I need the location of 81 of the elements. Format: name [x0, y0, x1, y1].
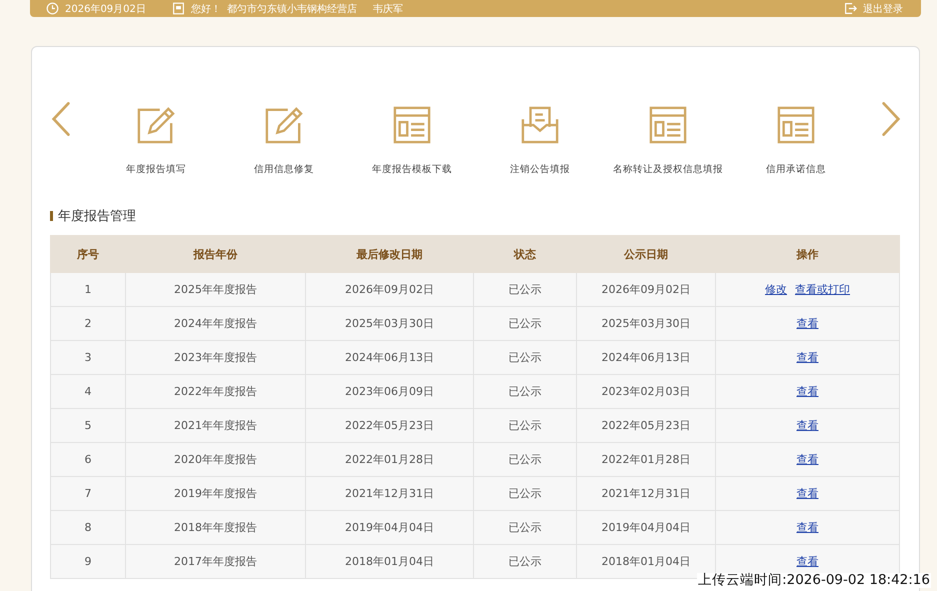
- title-marker: [50, 211, 53, 221]
- date-text: 2026年09月02日: [65, 2, 146, 16]
- table-cell: 2020年年度报告: [126, 442, 306, 476]
- table-cell: 2019年年度报告: [126, 476, 306, 510]
- greeting-text: 您好！: [190, 2, 221, 16]
- table-cell: 已公示: [474, 544, 576, 578]
- table-cell: 2023年06月09日: [306, 374, 474, 408]
- column-header: 最后修改日期: [306, 236, 474, 272]
- table-cell: 2022年05月23日: [306, 408, 474, 442]
- section-title: 年度报告管理: [58, 208, 136, 225]
- table-cell: 已公示: [474, 272, 576, 306]
- shortcut-label[interactable]: 信用承诺信息: [766, 163, 826, 176]
- table-cell: 2018年年度报告: [126, 510, 306, 544]
- user-card-icon: [172, 2, 185, 15]
- edit-icon[interactable]: [265, 106, 303, 144]
- action-link[interactable]: 查看: [796, 555, 818, 568]
- table-cell: 2026年09月02日: [306, 272, 474, 306]
- table-cell: 2026年09月02日: [576, 272, 716, 306]
- shortcut-label[interactable]: 注销公告填报: [510, 163, 570, 176]
- action-link[interactable]: 修改: [765, 283, 787, 296]
- table-cell: 2022年01月28日: [576, 442, 716, 476]
- column-header: 报告年份: [126, 236, 306, 272]
- clock-icon: [46, 2, 59, 15]
- table-cell: 2024年06月13日: [576, 340, 716, 374]
- table-cell: 已公示: [474, 340, 576, 374]
- column-header: 状态: [474, 236, 576, 272]
- table-cell: 9: [50, 544, 126, 578]
- table-cell: 2017年年度报告: [126, 544, 306, 578]
- table-cell: 2025年年度报告: [126, 272, 306, 306]
- table-cell: 4: [50, 374, 126, 408]
- table-cell: 已公示: [474, 408, 576, 442]
- action-link[interactable]: 查看: [796, 453, 818, 466]
- table-cell: 1: [50, 272, 126, 306]
- edit-icon[interactable]: [137, 106, 175, 144]
- inbox-icon[interactable]: [521, 106, 559, 144]
- table-cell: 7: [50, 476, 126, 510]
- table-cell: 2025年03月30日: [576, 306, 716, 340]
- action-link[interactable]: 查看: [796, 317, 818, 330]
- shortcut-label[interactable]: 名称转让及授权信息填报: [613, 163, 723, 176]
- shortcut-label[interactable]: 年度报告填写: [126, 163, 186, 176]
- column-header: 公示日期: [576, 236, 716, 272]
- table-cell: 2025年03月30日: [306, 306, 474, 340]
- table-cell: 3: [50, 340, 126, 374]
- table-cell: 2022年年度报告: [126, 374, 306, 408]
- action-link[interactable]: 查看: [796, 419, 818, 432]
- table-cell: 已公示: [474, 442, 576, 476]
- table-cell: 5: [50, 408, 126, 442]
- document-icon[interactable]: [649, 106, 687, 144]
- table-cell: 2019年04月04日: [576, 510, 716, 544]
- shortcut-label[interactable]: 信用信息修复: [254, 163, 314, 176]
- document-icon[interactable]: [393, 106, 431, 144]
- document-icon[interactable]: [777, 106, 815, 144]
- action-link[interactable]: 查看: [796, 351, 818, 364]
- table-cell: 2018年01月04日: [306, 544, 474, 578]
- action-link[interactable]: 查看: [796, 521, 818, 534]
- action-link[interactable]: 查看: [796, 385, 818, 398]
- table-cell: 2022年01月28日: [306, 442, 474, 476]
- logout-icon: [844, 2, 857, 15]
- table-cell: 2021年12月31日: [306, 476, 474, 510]
- table-cell: 2021年年度报告: [126, 408, 306, 442]
- company-name: 都匀市匀东镇小韦钢构经营店: [226, 2, 357, 16]
- table-cell: 2024年06月13日: [306, 340, 474, 374]
- table-cell: 2: [50, 306, 126, 340]
- user-name: 韦庆军: [372, 2, 403, 16]
- table-cell: 2021年12月31日: [576, 476, 716, 510]
- table-cell: 2024年年度报告: [126, 306, 306, 340]
- table-cell: 8: [50, 510, 126, 544]
- table-cell: 已公示: [474, 374, 576, 408]
- table-cell: 已公示: [474, 476, 576, 510]
- table-cell: 2019年04月04日: [306, 510, 474, 544]
- column-header: 操作: [716, 236, 900, 272]
- column-header: 序号: [50, 236, 126, 272]
- shortcut-label[interactable]: 年度报告模板下载: [372, 163, 452, 176]
- action-link[interactable]: 查看或打印: [795, 283, 850, 296]
- table-cell: 已公示: [474, 306, 576, 340]
- table-cell: 2023年02月03日: [576, 374, 716, 408]
- table-cell: 6: [50, 442, 126, 476]
- table-cell: 已公示: [474, 510, 576, 544]
- table-cell: 2023年年度报告: [126, 340, 306, 374]
- table-cell: 2022年05月23日: [576, 408, 716, 442]
- action-link[interactable]: 查看: [796, 487, 818, 500]
